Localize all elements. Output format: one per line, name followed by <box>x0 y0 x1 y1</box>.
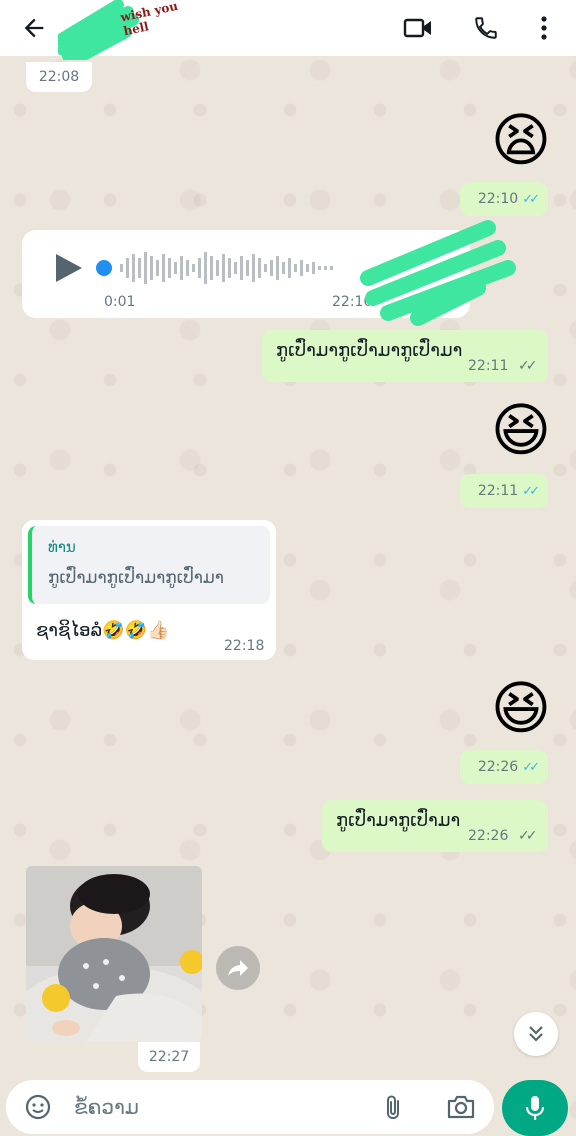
message-text: ກູເປົ່າມາກູເປົ່າມາກູເປົ່າມາ <box>276 340 463 361</box>
message-time: 22:11 <box>477 483 519 499</box>
read-receipt-icon: ✓✓ <box>518 828 538 844</box>
outgoing-text-message[interactable]: ກູເປົ່າມາກູເປົ່າມາກູເປົ່າມາ 22:11 ✓✓ <box>262 330 548 382</box>
voice-duration: 0:01 <box>104 294 136 310</box>
message-time: 22:27 <box>138 1042 200 1072</box>
incoming-reply-message[interactable]: ທ່ານ ກູເປົ່າມາກູເປົ່າມາກູເປົ່າມາ ຊາຊິໄອລ… <box>22 520 276 660</box>
voice-waveform[interactable] <box>96 248 366 288</box>
message-time: 22:10 <box>477 191 519 207</box>
read-receipt-icon: ✓✓ <box>522 191 540 207</box>
outgoing-text-message[interactable]: ກູເປົ່າມາກູເປົ່າມາ 22:26 ✓✓ <box>322 800 548 852</box>
forward-icon <box>228 960 248 976</box>
quote-author: ທ່ານ <box>48 538 76 556</box>
microphone-icon <box>525 1096 545 1120</box>
emoji-message[interactable]: 😫 <box>486 108 556 178</box>
photo-child-sleeping <box>26 866 202 1042</box>
more-menu-icon <box>541 16 547 40</box>
attach-icon[interactable] <box>380 1093 408 1121</box>
quoted-message[interactable]: ທ່ານ ກູເປົ່າມາກູເປົ່າມາກູເປົ່າມາ <box>28 526 270 604</box>
image-message[interactable] <box>26 866 202 1042</box>
play-icon[interactable] <box>52 252 84 284</box>
message-text: ຊາຊິໄອລໍ🤣🤣👍🏻 <box>36 620 170 641</box>
contact-info[interactable]: wish you hell <box>58 0 208 60</box>
voice-call-icon <box>475 17 497 39</box>
message-time: 22:08 <box>26 62 92 92</box>
emoji-message[interactable]: 😆 <box>486 676 556 746</box>
video-call-button[interactable] <box>400 10 436 46</box>
more-options-button[interactable] <box>526 10 562 46</box>
message-time: 22:26 <box>468 828 509 844</box>
message-meta: 22:26 ✓✓ <box>460 750 548 784</box>
read-receipt-icon: ✓✓ <box>522 759 540 775</box>
forward-button[interactable] <box>216 946 260 990</box>
emoji-message[interactable]: 😆 <box>486 398 556 468</box>
voice-call-button[interactable] <box>468 10 504 46</box>
message-list[interactable]: 22:08 😫 22:10 ✓✓ 0:01 22:10 ກູເປົ່າມາກູເ… <box>0 56 576 1078</box>
scroll-to-bottom-button[interactable] <box>514 1012 558 1056</box>
message-text: ກູເປົ່າມາກູເປົ່າມາ <box>336 810 461 831</box>
chat-header: wish you hell <box>0 0 576 60</box>
message-input[interactable] <box>74 1092 344 1122</box>
read-receipt-icon: ✓✓ <box>522 483 540 499</box>
back-button[interactable] <box>18 12 50 44</box>
quote-text: ກູເປົ່າມາກູເປົ່າມາກູເປົ່າມາ <box>48 568 224 588</box>
read-receipt-icon: ✓✓ <box>518 358 538 374</box>
message-time: 22:26 <box>477 759 519 775</box>
voice-record-button[interactable] <box>502 1080 568 1136</box>
camera-icon[interactable] <box>446 1093 476 1121</box>
message-time: 22:18 <box>224 638 265 654</box>
redaction-scribble <box>360 220 516 326</box>
message-meta: 22:11 ✓✓ <box>460 474 548 508</box>
emoji-sticker-icon[interactable] <box>24 1093 52 1121</box>
voice-message[interactable]: 0:01 22:10 <box>22 220 516 326</box>
video-call-icon <box>403 18 431 38</box>
message-meta: 22:10 ✓✓ <box>460 182 548 216</box>
double-chevron-down-icon <box>529 1026 543 1042</box>
back-arrow-icon <box>24 18 44 38</box>
composer <box>6 1080 494 1134</box>
message-time: 22:11 <box>468 358 509 374</box>
